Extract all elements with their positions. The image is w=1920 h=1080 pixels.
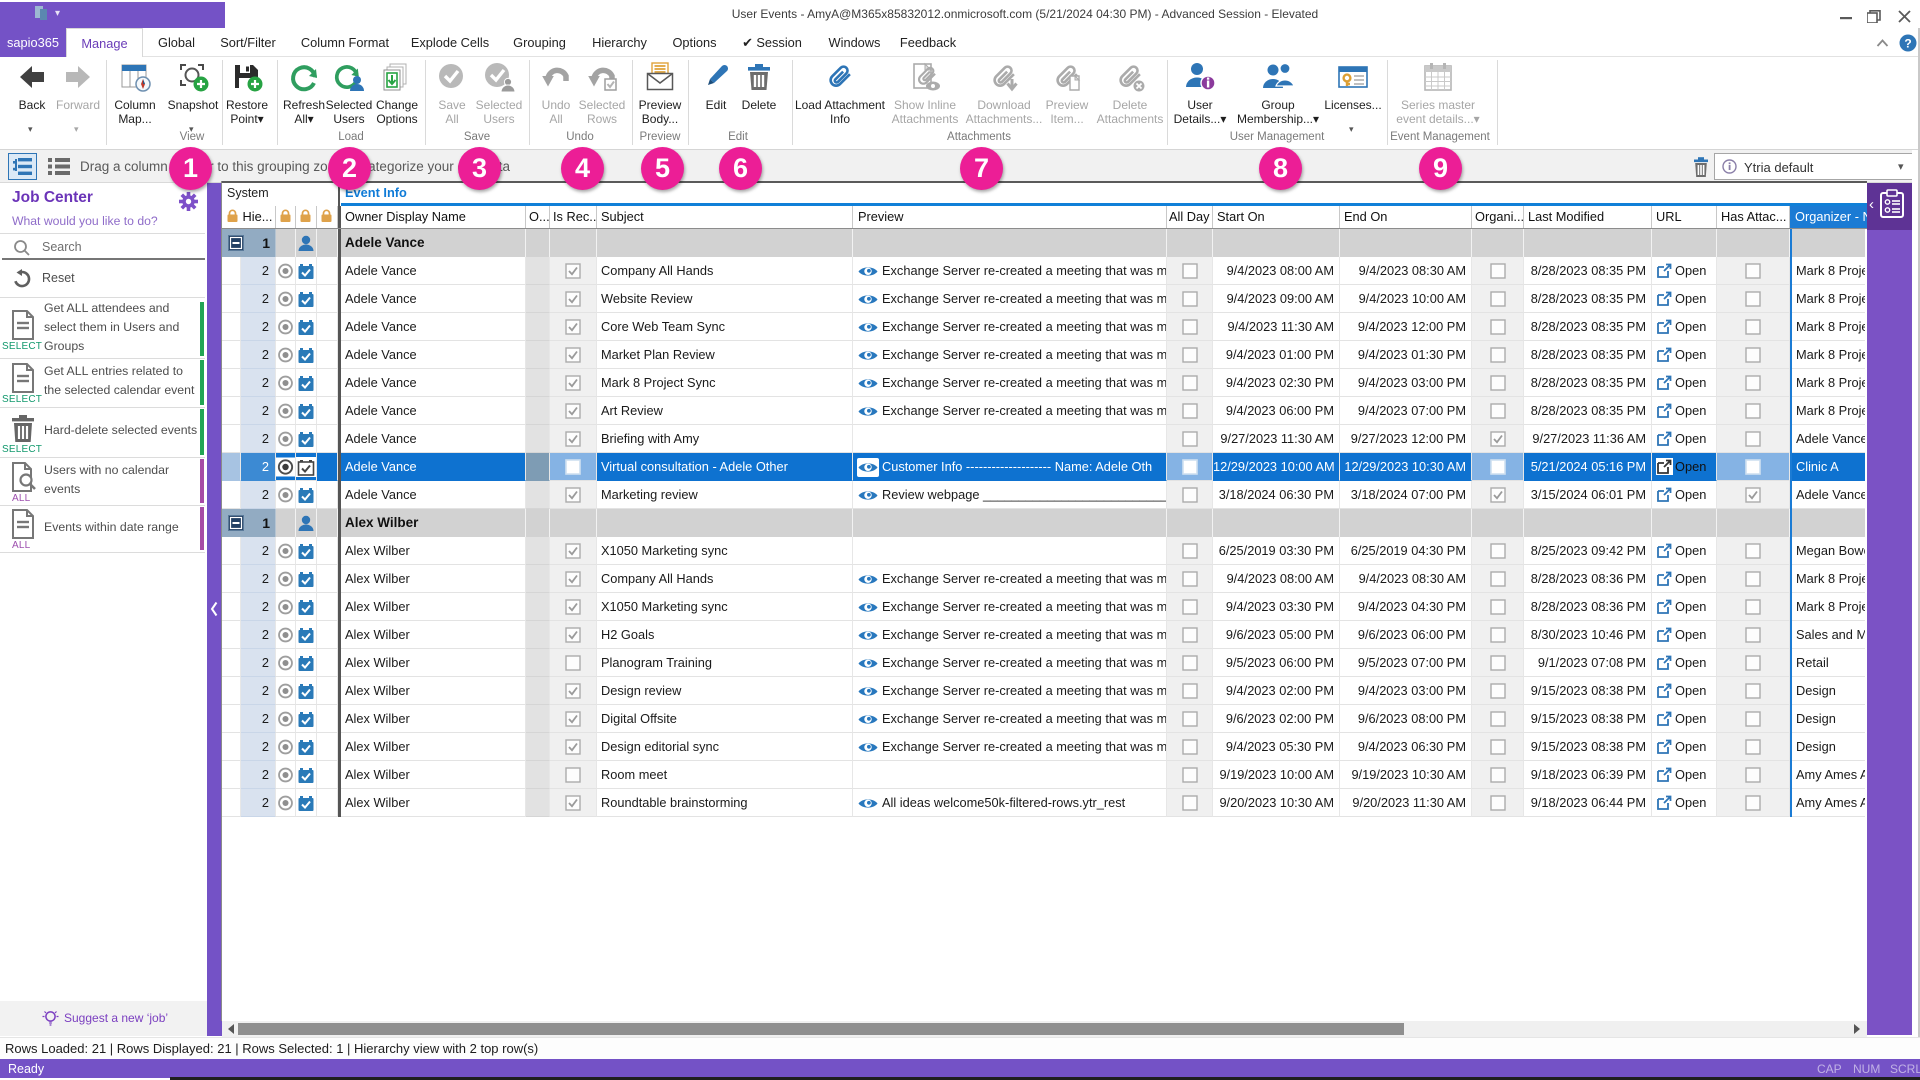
svg-text:?: ? bbox=[1904, 37, 1911, 51]
